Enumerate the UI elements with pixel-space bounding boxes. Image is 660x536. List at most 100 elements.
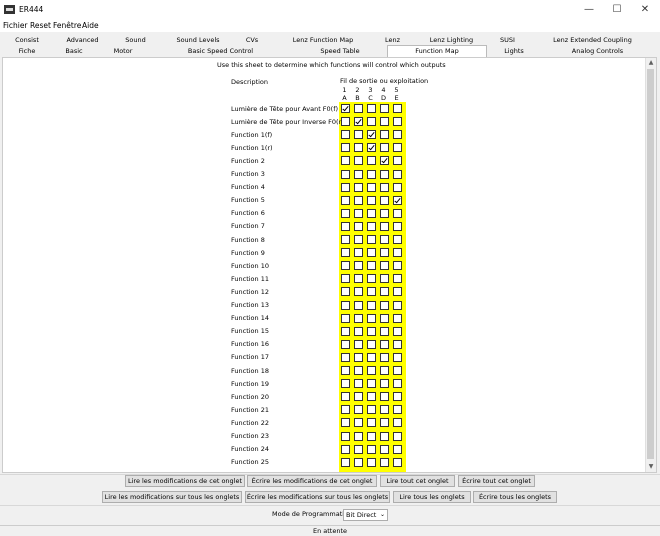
write-all-tabs-button[interactable]: Écrire tous les onglets (473, 491, 557, 503)
output-checkbox[interactable] (341, 313, 350, 323)
menu-aide[interactable]: Aide (82, 21, 99, 30)
output-checkbox[interactable] (393, 104, 402, 113)
output-checkbox[interactable] (393, 418, 402, 428)
output-checkbox[interactable] (380, 143, 389, 153)
output-checkbox[interactable] (367, 300, 376, 310)
output-checkbox[interactable] (354, 431, 363, 441)
tab-susi[interactable]: SUSI (490, 35, 525, 46)
output-checkbox[interactable] (393, 274, 402, 284)
output-checkbox[interactable] (341, 366, 350, 375)
output-checkbox[interactable] (341, 143, 350, 153)
output-checkbox[interactable] (393, 431, 402, 441)
output-checkbox[interactable] (367, 261, 376, 271)
output-checkbox[interactable] (393, 287, 402, 297)
tab-consist[interactable]: Consist (2, 35, 52, 46)
output-checkbox[interactable] (354, 248, 363, 258)
output-checkbox[interactable] (354, 418, 363, 428)
output-checkbox[interactable] (380, 182, 389, 192)
output-checkbox[interactable] (393, 156, 402, 166)
output-checkbox[interactable] (367, 274, 376, 284)
output-checkbox[interactable] (393, 405, 402, 415)
output-checkbox[interactable] (354, 221, 363, 231)
output-checkbox[interactable] (341, 352, 350, 362)
output-checkbox[interactable] (393, 352, 402, 362)
output-checkbox[interactable] (393, 261, 402, 271)
output-checkbox[interactable] (341, 418, 350, 428)
output-checkbox[interactable] (354, 379, 363, 389)
output-checkbox[interactable] (367, 379, 376, 389)
output-checkbox[interactable] (354, 117, 363, 127)
tab-sound[interactable]: Sound (113, 35, 158, 46)
output-checkbox[interactable] (393, 130, 402, 140)
output-checkbox[interactable] (354, 104, 363, 113)
read-all-changes-button[interactable]: Lire les modifications sur tous les ongl… (102, 491, 242, 503)
output-checkbox[interactable] (354, 457, 363, 467)
output-checkbox[interactable] (354, 182, 363, 192)
output-checkbox[interactable] (380, 313, 389, 323)
output-checkbox[interactable] (341, 405, 350, 415)
output-checkbox[interactable] (341, 208, 350, 218)
output-checkbox[interactable] (367, 117, 376, 127)
output-checkbox[interactable] (354, 208, 363, 218)
output-checkbox[interactable] (393, 221, 402, 231)
output-checkbox[interactable] (393, 300, 402, 310)
output-checkbox[interactable] (393, 143, 402, 153)
output-checkbox[interactable] (354, 156, 363, 166)
output-checkbox[interactable] (367, 405, 376, 415)
tab-basic-speed-control[interactable]: Basic Speed Control (173, 46, 268, 57)
maximize-button[interactable]: ☐ (603, 0, 631, 19)
tab-sound-levels[interactable]: Sound Levels (163, 35, 233, 46)
output-checkbox[interactable] (341, 431, 350, 441)
output-checkbox[interactable] (341, 287, 350, 297)
tab-lenz-function-map[interactable]: Lenz Function Map (278, 35, 368, 46)
output-checkbox[interactable] (354, 143, 363, 153)
output-checkbox[interactable] (380, 261, 389, 271)
output-checkbox[interactable] (354, 195, 363, 205)
output-checkbox[interactable] (393, 457, 402, 467)
output-checkbox[interactable] (341, 117, 350, 127)
output-checkbox[interactable] (380, 156, 389, 166)
tab-fiche[interactable]: Fiche (2, 46, 52, 57)
output-checkbox[interactable] (341, 392, 350, 402)
output-checkbox[interactable] (380, 366, 389, 375)
output-checkbox[interactable] (341, 339, 350, 349)
tab-speed-table[interactable]: Speed Table (310, 46, 370, 57)
output-checkbox[interactable] (393, 313, 402, 323)
output-checkbox[interactable] (380, 405, 389, 415)
output-checkbox[interactable] (367, 182, 376, 192)
output-checkbox[interactable] (380, 379, 389, 389)
output-checkbox[interactable] (367, 287, 376, 297)
output-checkbox[interactable] (393, 208, 402, 218)
minimize-button[interactable]: — (575, 0, 603, 19)
write-all-changes-button[interactable]: Écrire les modifications sur tous les on… (245, 491, 390, 503)
read-all-tabs-button[interactable]: Lire tous les onglets (393, 491, 471, 503)
output-checkbox[interactable] (380, 221, 389, 231)
output-checkbox[interactable] (367, 195, 376, 205)
output-checkbox[interactable] (380, 104, 389, 113)
output-checkbox[interactable] (367, 313, 376, 323)
output-checkbox[interactable] (367, 457, 376, 467)
scrollbar-thumb[interactable] (647, 69, 654, 459)
output-checkbox[interactable] (341, 457, 350, 467)
menu-fichier[interactable]: Fichier (3, 21, 28, 30)
output-checkbox[interactable] (367, 366, 376, 375)
output-checkbox[interactable] (380, 208, 389, 218)
output-checkbox[interactable] (367, 326, 376, 336)
output-checkbox[interactable] (380, 248, 389, 258)
output-checkbox[interactable] (380, 431, 389, 441)
output-checkbox[interactable] (393, 235, 402, 244)
output-checkbox[interactable] (354, 392, 363, 402)
output-checkbox[interactable] (393, 169, 402, 179)
vertical-scrollbar[interactable]: ▲ ▼ (645, 58, 656, 472)
output-checkbox[interactable] (367, 104, 376, 113)
close-button[interactable]: ✕ (631, 0, 659, 19)
output-checkbox[interactable] (380, 169, 389, 179)
output-checkbox[interactable] (393, 326, 402, 336)
output-checkbox[interactable] (354, 313, 363, 323)
output-checkbox[interactable] (393, 117, 402, 127)
output-checkbox[interactable] (367, 143, 376, 153)
tab-analog-controls[interactable]: Analog Controls (555, 46, 640, 57)
output-checkbox[interactable] (341, 261, 350, 271)
output-checkbox[interactable] (393, 366, 402, 375)
output-checkbox[interactable] (341, 104, 350, 113)
